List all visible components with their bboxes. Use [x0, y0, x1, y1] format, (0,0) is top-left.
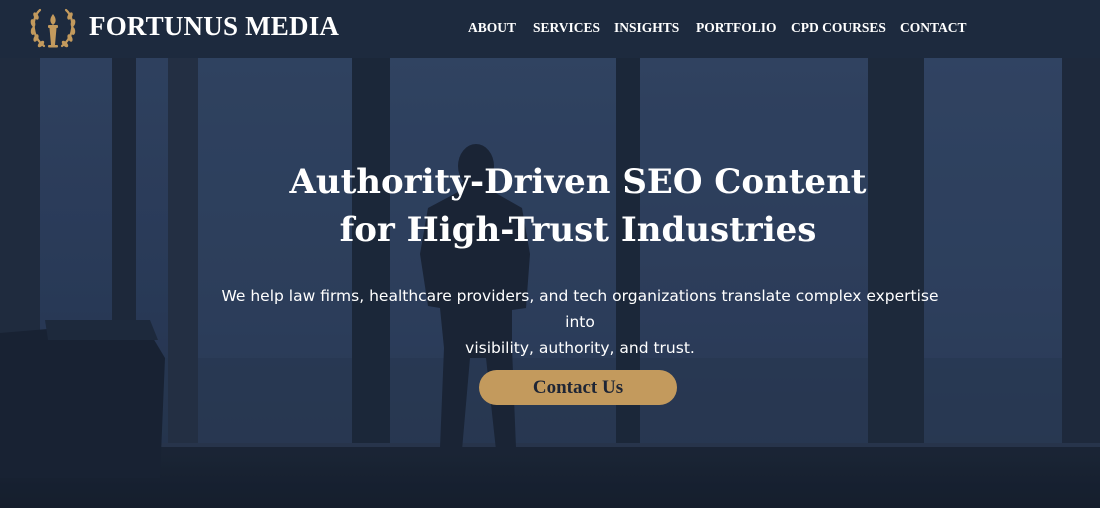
hero-subtitle-line-2: visibility, authority, and trust. [465, 339, 695, 357]
hero-title-line-1: Authority-Driven SEO Content [289, 162, 867, 202]
contact-us-button[interactable]: Contact Us [479, 370, 677, 405]
hero-title: Authority-Driven SEO Content for High-Tr… [150, 158, 1006, 254]
nav-link-services[interactable]: SERVICES [533, 19, 600, 39]
site-header: FORTUNUS MEDIA ABOUT SERVICES INSIGHTS P… [0, 0, 1100, 58]
hero-section: Authority-Driven SEO Content for High-Tr… [0, 58, 1100, 508]
hero-title-line-2: for High-Trust Industries [339, 210, 817, 250]
nav-link-contact[interactable]: CONTACT [900, 19, 967, 39]
nav-link-cpd-courses[interactable]: CPD COURSES [791, 19, 886, 39]
hero-subtitle-line-1: We help law firms, healthcare providers,… [221, 287, 939, 331]
nav-link-about[interactable]: ABOUT [468, 19, 516, 39]
main-nav: ABOUT SERVICES INSIGHTS PORTFOLIO CPD CO… [0, 19, 1100, 39]
nav-link-portfolio[interactable]: PORTFOLIO [696, 19, 777, 39]
hero-subtitle: We help law firms, healthcare providers,… [210, 283, 950, 361]
nav-link-insights[interactable]: INSIGHTS [614, 19, 679, 39]
